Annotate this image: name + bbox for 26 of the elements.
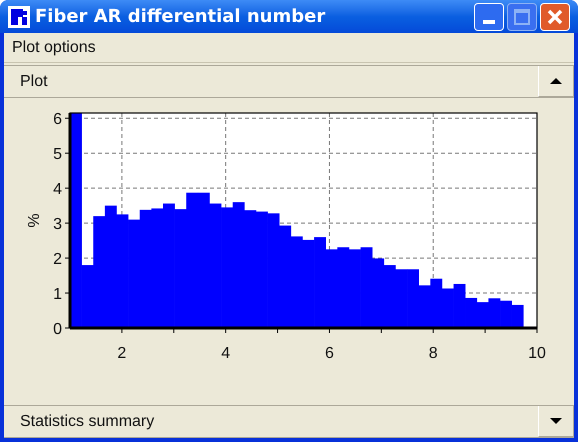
x-tick-label: 6 (325, 345, 334, 362)
panel-title: Plot (20, 72, 48, 92)
x-tick-label: 2 (117, 345, 126, 362)
y-tick-label: 0 (53, 321, 62, 338)
y-tick-label: 2 (53, 251, 62, 268)
up-arrow-icon (549, 77, 563, 85)
maximize-icon (514, 8, 530, 24)
minimize-button[interactable] (474, 2, 504, 30)
expand-button[interactable] (538, 406, 574, 437)
panel-title: Statistics summary (20, 412, 154, 432)
window-title: Fiber AR differential number (35, 5, 326, 29)
collapse-button[interactable] (538, 66, 574, 97)
y-tick-label: 4 (53, 181, 62, 198)
y-axis-label: % (26, 213, 43, 228)
menu-item[interactable]: Plot options (4, 33, 104, 62)
close-button[interactable] (540, 2, 570, 30)
y-tick-label: 5 (53, 146, 62, 164)
y-tick-label: 6 (53, 111, 62, 128)
x-tick-label: 10 (528, 345, 546, 362)
x-tick-label: 4 (221, 345, 230, 362)
close-icon (547, 8, 563, 24)
down-arrow-icon (549, 417, 563, 425)
y-tick-label: 1 (53, 286, 62, 304)
x-tick-label: 8 (428, 345, 438, 362)
app-icon (8, 6, 30, 28)
y-tick-label: 3 (53, 216, 62, 234)
